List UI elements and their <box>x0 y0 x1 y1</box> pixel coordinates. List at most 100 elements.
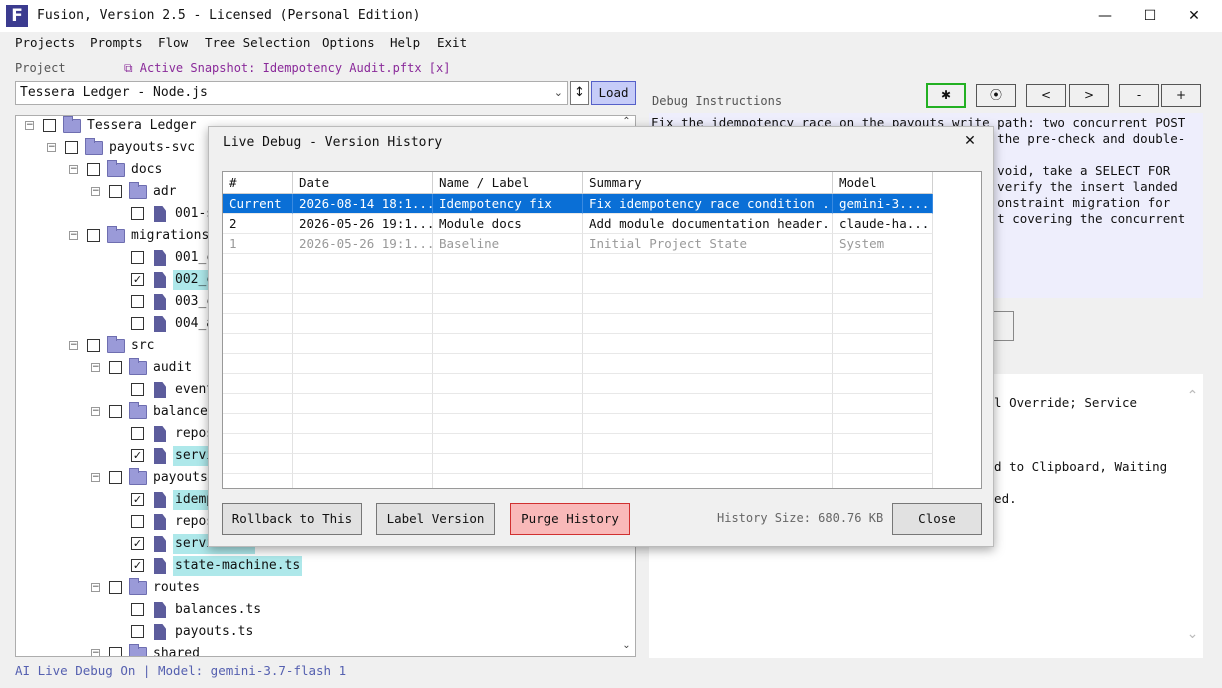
chevron-down-icon: ⌄ <box>553 86 563 99</box>
minimize-button[interactable]: — <box>1093 6 1117 26</box>
tree-checkbox[interactable] <box>131 295 144 308</box>
window-title: Fusion, Version 2.5 - Licensed (Personal… <box>37 8 421 23</box>
menu-help[interactable]: Help <box>390 35 420 50</box>
file-icon <box>154 316 166 332</box>
col-summary-cell <box>583 274 833 294</box>
col-number-cell <box>223 334 293 354</box>
col-number-header[interactable]: # <box>223 172 293 194</box>
purge-history-button[interactable]: Purge History <box>510 503 630 535</box>
dialog-close-icon[interactable]: ✕ <box>961 133 979 151</box>
tree-checkbox[interactable] <box>131 625 144 638</box>
tree-checkbox[interactable] <box>131 317 144 330</box>
log-scroll-up-icon[interactable]: ⌃ <box>1184 388 1201 404</box>
tree-node-label: payouts <box>153 470 208 485</box>
active-snapshot-link[interactable]: ⧉ Active Snapshot: Idempotency Audit.pft… <box>124 61 450 76</box>
rollback-button[interactable]: Rollback to This <box>222 503 362 535</box>
collapse-icon[interactable]: − <box>25 121 34 130</box>
menu-options[interactable]: Options <box>322 35 375 50</box>
load-button[interactable]: Load <box>591 81 636 105</box>
collapse-icon[interactable]: − <box>69 231 78 240</box>
col-model-cell <box>833 274 933 294</box>
collapse-icon[interactable]: − <box>47 143 56 152</box>
col-date-cell <box>293 274 433 294</box>
col-date-header[interactable]: Date <box>293 172 433 194</box>
collapse-icon[interactable]: − <box>91 363 100 372</box>
version-history-grid[interactable]: # Date Name / Label Summary Model Current 2026… <box>222 171 982 489</box>
folder-icon <box>85 138 103 155</box>
col-number-cell <box>223 434 293 454</box>
log-scroll-down-icon[interactable]: ⌄ <box>1184 626 1201 642</box>
folder-icon <box>129 182 147 199</box>
file-icon <box>154 536 166 552</box>
tree-checkbox[interactable] <box>131 207 144 220</box>
menu-exit[interactable]: Exit <box>437 35 467 50</box>
next-button[interactable]: > <box>1069 84 1109 107</box>
tree-checkbox[interactable] <box>109 185 122 198</box>
menu-prompts[interactable]: Prompts <box>90 35 143 50</box>
menu-projects[interactable]: Projects <box>15 35 75 50</box>
close-window-button[interactable]: ✕ <box>1182 6 1206 26</box>
previous-button[interactable]: < <box>1026 84 1066 107</box>
col-name-label-cell <box>433 454 583 474</box>
tree-checkbox[interactable]: ✓ <box>131 559 144 572</box>
collapse-icon[interactable]: − <box>91 583 100 592</box>
col-name-label-cell <box>433 434 583 454</box>
tree-checkbox[interactable] <box>87 163 100 176</box>
tree-checkbox[interactable]: ✓ <box>131 493 144 506</box>
tree-checkbox[interactable] <box>87 339 100 352</box>
col-number-cell: 1 <box>223 234 293 254</box>
col-name-label-cell <box>433 474 583 488</box>
col-date-cell <box>293 374 433 394</box>
tree-checkbox[interactable] <box>131 251 144 264</box>
tree-checkbox[interactable] <box>87 229 100 242</box>
collapse-icon[interactable]: − <box>69 165 78 174</box>
bug-debug-button[interactable]: ✱ <box>926 83 966 108</box>
folder-icon <box>107 336 125 353</box>
collapse-icon[interactable]: − <box>91 473 100 482</box>
tree-checkbox[interactable] <box>109 581 122 594</box>
label-version-button[interactable]: Label Version <box>376 503 495 535</box>
tree-checkbox[interactable] <box>131 603 144 616</box>
maximize-button[interactable]: ☐ <box>1138 6 1162 26</box>
collapse-icon[interactable]: − <box>91 407 100 416</box>
tree-checkbox[interactable] <box>43 119 56 132</box>
col-model-header[interactable]: Model <box>833 172 933 194</box>
project-dropdown[interactable]: Tessera Ledger - Node.js ⌄ <box>15 81 568 105</box>
collapse-icon[interactable]: − <box>91 187 100 196</box>
tree-checkbox[interactable] <box>109 471 122 484</box>
col-number-cell <box>223 274 293 294</box>
col-name-label-cell <box>433 414 583 434</box>
tree-checkbox[interactable] <box>109 405 122 418</box>
tree-checkbox[interactable]: ✓ <box>131 273 144 286</box>
col-name-label-cell <box>433 254 583 274</box>
tree-checkbox[interactable] <box>131 515 144 528</box>
menu-tree-selection[interactable]: Tree Selection <box>205 35 310 50</box>
menu-flow[interactable]: Flow <box>158 35 188 50</box>
tree-checkbox[interactable]: ✓ <box>131 449 144 462</box>
tree-checkbox[interactable] <box>109 361 122 374</box>
zoom-out-button[interactable]: - <box>1119 84 1159 107</box>
col-summary-header[interactable]: Summary <box>583 172 833 194</box>
tree-checkbox[interactable]: ✓ <box>131 537 144 550</box>
dialog-close-button[interactable]: Close <box>892 503 982 535</box>
tree-checkbox[interactable] <box>131 383 144 396</box>
target-button[interactable]: ⦿ <box>976 84 1016 107</box>
col-date-cell <box>293 354 433 374</box>
collapse-icon[interactable]: − <box>69 341 78 350</box>
tree-checkbox[interactable] <box>109 647 122 656</box>
col-number-cell <box>223 414 293 434</box>
col-date-cell <box>293 474 433 488</box>
resize-toggle-button[interactable]: ↕ <box>570 81 589 105</box>
log-line: del Override; Service <box>979 395 1138 410</box>
col-date-cell: 2026-05-26 19:1... <box>293 234 433 254</box>
file-icon <box>154 426 166 442</box>
scroll-down-icon[interactable]: ⌄ <box>618 640 635 651</box>
zoom-in-button[interactable]: + <box>1161 84 1201 107</box>
col-date-cell <box>293 394 433 414</box>
tree-checkbox[interactable] <box>65 141 78 154</box>
tree-checkbox[interactable] <box>131 427 144 440</box>
status-bar: AI Live Debug On | Model: gemini-3.7-fla… <box>15 663 347 678</box>
col-summary-cell <box>583 474 833 488</box>
col-name-label-header[interactable]: Name / Label <box>433 172 583 194</box>
collapse-icon[interactable]: − <box>91 649 100 656</box>
